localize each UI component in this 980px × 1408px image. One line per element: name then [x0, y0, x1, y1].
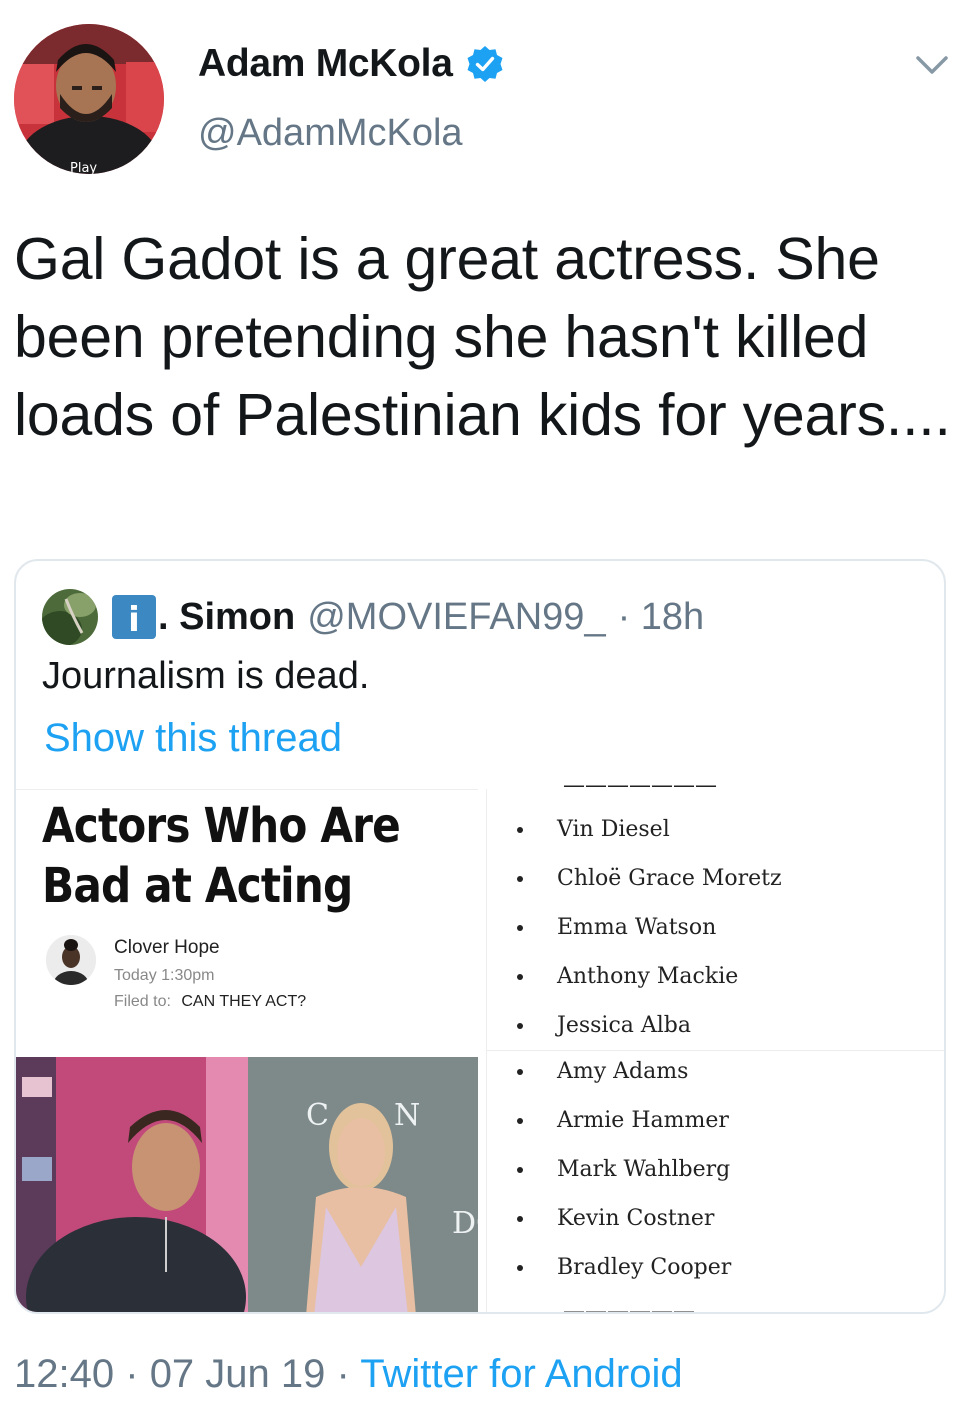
quoted-handle: @MOVIEFAN99_: [307, 595, 606, 638]
actor-list-item: Amy Adams: [517, 1059, 688, 1084]
svg-text:N: N: [394, 1098, 420, 1133]
bullet-icon: [517, 1022, 523, 1029]
svg-text:C: C: [306, 1098, 329, 1133]
bullet-icon: [517, 1068, 523, 1075]
actor-list-item: Jessica Alba: [517, 1013, 691, 1038]
list-divider: [487, 1050, 944, 1051]
quoted-display-name: . Simon: [158, 595, 296, 638]
svg-text:i: i: [128, 600, 140, 639]
filed-value: CAN THEY ACT?: [181, 993, 307, 1010]
footer-separator: ·: [336, 1352, 350, 1396]
article-screenshot: Actors Who Are Bad at Acting Clover Hope…: [16, 789, 478, 1057]
quoted-text: Journalism is dead.: [42, 655, 370, 697]
bullet-icon: [517, 1117, 523, 1124]
chevron-down-icon[interactable]: [914, 52, 950, 78]
bullet-icon: [517, 875, 523, 882]
footer-separator: ·: [125, 1352, 139, 1396]
article-author-avatar: [46, 935, 96, 985]
show-thread-link[interactable]: Show this thread: [44, 716, 342, 761]
article-date: Today 1:30pm: [114, 967, 215, 984]
author-avatar[interactable]: Play: [14, 24, 164, 174]
svg-text:DC: DC: [452, 1206, 478, 1241]
quoted-tweet-header: i . Simon @MOVIEFAN99_ · 18h: [42, 589, 705, 645]
author-handle[interactable]: @AdamMcKola: [198, 112, 463, 155]
actor-list-item: Anthony Mackie: [517, 964, 738, 989]
bullet-icon: [517, 826, 523, 833]
article-filed: Filed to: CAN THEY ACT?: [114, 993, 306, 1011]
cut-off-list-item-bottom: ——————: [563, 1299, 695, 1314]
author-name-row[interactable]: Adam McKola: [198, 42, 505, 86]
actor-list-item: Bradley Cooper: [517, 1255, 731, 1280]
actor-list-item: Emma Watson: [517, 915, 716, 940]
verified-badge-icon: [467, 46, 503, 82]
tweet-date: 07 Jun 19: [149, 1352, 326, 1396]
actor-list-item: Mark Wahlberg: [517, 1157, 730, 1182]
bullet-icon: [517, 973, 523, 980]
actor-list-screenshot: ——————— Vin Diesel Chloë Grace Moretz Em…: [486, 773, 944, 1314]
info-icon: i: [112, 595, 156, 639]
actor-list-item: Kevin Costner: [517, 1206, 714, 1231]
tweet-text: Gal Gadot is a great actress. She been p…: [14, 226, 951, 448]
actor-list-item: Vin Diesel: [517, 817, 670, 842]
tweet-time: 12:40: [14, 1352, 115, 1396]
bullet-icon: [517, 1166, 523, 1173]
bullet-icon: [517, 1264, 523, 1271]
filed-label: Filed to:: [114, 993, 171, 1010]
bullet-icon: [517, 924, 523, 931]
tweet-footer: 12:40 · 07 Jun 19 · Twitter for Android: [14, 1352, 683, 1397]
actor-list-item: Armie Hammer: [517, 1108, 729, 1133]
tweet-header: Play Adam McKola @AdamMcKola: [0, 0, 980, 190]
quoted-media[interactable]: Actors Who Are Bad at Acting Clover Hope…: [16, 773, 944, 1314]
actor-photos: C N DC: [16, 1057, 478, 1312]
actor-list-item: Chloë Grace Moretz: [517, 866, 782, 891]
quoted-author-avatar: [42, 589, 98, 645]
svg-text:Play: Play: [70, 161, 97, 174]
article-title: Actors Who Are Bad at Acting: [42, 798, 401, 914]
author-display-name[interactable]: Adam McKola: [198, 42, 453, 86]
quoted-tweet-card[interactable]: i . Simon @MOVIEFAN99_ · 18h Journalism …: [14, 559, 946, 1314]
tweet-source-link[interactable]: Twitter for Android: [360, 1352, 682, 1396]
bullet-icon: [517, 1215, 523, 1222]
quoted-age: · 18h: [617, 595, 705, 638]
article-author-name: Clover Hope: [114, 937, 220, 958]
cut-off-list-item-top: ———————: [563, 773, 717, 798]
